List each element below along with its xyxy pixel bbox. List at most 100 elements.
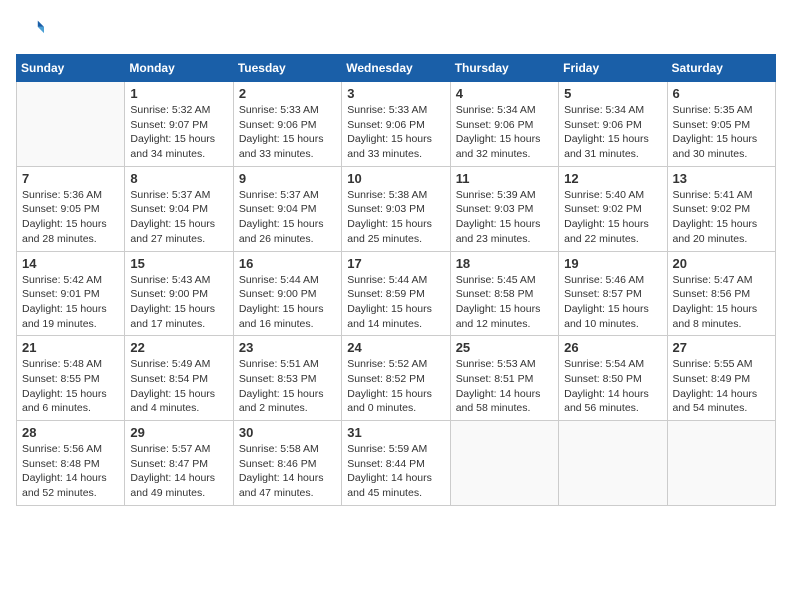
day-info: Sunrise: 5:34 AM Sunset: 9:06 PM Dayligh… [456, 103, 553, 162]
day-cell: 31 Sunrise: 5:59 AM Sunset: 8:44 PM Dayli… [342, 421, 450, 506]
weekday-monday: Monday [125, 55, 233, 82]
day-cell: 27 Sunrise: 5:55 AM Sunset: 8:49 PM Dayli… [667, 336, 775, 421]
day-info: Sunrise: 5:34 AM Sunset: 9:06 PM Dayligh… [564, 103, 661, 162]
day-number: 24 [347, 340, 444, 355]
week-row-3: 14 Sunrise: 5:42 AM Sunset: 9:01 PM Dayli… [17, 251, 776, 336]
day-number: 19 [564, 256, 661, 271]
day-number: 21 [22, 340, 119, 355]
day-info: Sunrise: 5:37 AM Sunset: 9:04 PM Dayligh… [239, 188, 336, 247]
day-number: 16 [239, 256, 336, 271]
day-cell: 16 Sunrise: 5:44 AM Sunset: 9:00 PM Dayli… [233, 251, 341, 336]
day-info: Sunrise: 5:33 AM Sunset: 9:06 PM Dayligh… [239, 103, 336, 162]
day-cell: 30 Sunrise: 5:58 AM Sunset: 8:46 PM Dayli… [233, 421, 341, 506]
day-number: 28 [22, 425, 119, 440]
day-cell: 18Sunrise: 5:45 AM Sunset: 8:58 PM Dayli… [450, 251, 558, 336]
day-cell: 13Sunrise: 5:41 AM Sunset: 9:02 PM Dayli… [667, 166, 775, 251]
day-cell: 22Sunrise: 5:49 AM Sunset: 8:54 PM Dayli… [125, 336, 233, 421]
day-number: 3 [347, 86, 444, 101]
calendar-header: SundayMondayTuesdayWednesdayThursdayFrid… [17, 55, 776, 82]
day-number: 18 [456, 256, 553, 271]
day-info: Sunrise: 5:58 AM Sunset: 8:46 PM Dayligh… [239, 442, 336, 501]
day-number: 25 [456, 340, 553, 355]
day-info: Sunrise: 5:44 AM Sunset: 9:00 PM Dayligh… [239, 273, 336, 332]
day-cell: 12 Sunrise: 5:40 AM Sunset: 9:02 PM Dayli… [559, 166, 667, 251]
day-info: Sunrise: 5:37 AM Sunset: 9:04 PM Dayligh… [130, 188, 227, 247]
weekday-friday: Friday [559, 55, 667, 82]
logo-icon [16, 16, 44, 44]
day-cell [667, 421, 775, 506]
day-number: 17 [347, 256, 444, 271]
day-info: Sunrise: 5:38 AM Sunset: 9:03 PM Dayligh… [347, 188, 444, 247]
calendar: SundayMondayTuesdayWednesdayThursdayFrid… [16, 54, 776, 506]
day-cell: 11 Sunrise: 5:39 AM Sunset: 9:03 PM Dayli… [450, 166, 558, 251]
day-cell: 6 Sunrise: 5:35 AM Sunset: 9:05 PM Daylig… [667, 82, 775, 167]
week-row-5: 28 Sunrise: 5:56 AM Sunset: 8:48 PM Dayli… [17, 421, 776, 506]
day-info: Sunrise: 5:49 AM Sunset: 8:54 PM Dayligh… [130, 357, 227, 416]
day-cell: 29Sunrise: 5:57 AM Sunset: 8:47 PM Dayli… [125, 421, 233, 506]
day-info: Sunrise: 5:36 AM Sunset: 9:05 PM Dayligh… [22, 188, 119, 247]
day-number: 23 [239, 340, 336, 355]
day-info: Sunrise: 5:42 AM Sunset: 9:01 PM Dayligh… [22, 273, 119, 332]
logo [16, 16, 48, 44]
day-info: Sunrise: 5:46 AM Sunset: 8:57 PM Dayligh… [564, 273, 661, 332]
day-info: Sunrise: 5:33 AM Sunset: 9:06 PM Dayligh… [347, 103, 444, 162]
day-info: Sunrise: 5:47 AM Sunset: 8:56 PM Dayligh… [673, 273, 770, 332]
day-info: Sunrise: 5:32 AM Sunset: 9:07 PM Dayligh… [130, 103, 227, 162]
day-number: 31 [347, 425, 444, 440]
day-cell: 5 Sunrise: 5:34 AM Sunset: 9:06 PM Daylig… [559, 82, 667, 167]
day-info: Sunrise: 5:35 AM Sunset: 9:05 PM Dayligh… [673, 103, 770, 162]
week-row-1: 1 Sunrise: 5:32 AM Sunset: 9:07 PM Daylig… [17, 82, 776, 167]
day-number: 13 [673, 171, 770, 186]
day-number: 5 [564, 86, 661, 101]
day-cell: 15Sunrise: 5:43 AM Sunset: 9:00 PM Dayli… [125, 251, 233, 336]
day-cell: 4Sunrise: 5:34 AM Sunset: 9:06 PM Daylig… [450, 82, 558, 167]
day-info: Sunrise: 5:40 AM Sunset: 9:02 PM Dayligh… [564, 188, 661, 247]
day-info: Sunrise: 5:43 AM Sunset: 9:00 PM Dayligh… [130, 273, 227, 332]
day-cell: 25 Sunrise: 5:53 AM Sunset: 8:51 PM Dayli… [450, 336, 558, 421]
day-number: 6 [673, 86, 770, 101]
day-cell: 21 Sunrise: 5:48 AM Sunset: 8:55 PM Dayli… [17, 336, 125, 421]
day-number: 2 [239, 86, 336, 101]
day-cell: 8 Sunrise: 5:37 AM Sunset: 9:04 PM Daylig… [125, 166, 233, 251]
day-cell: 1 Sunrise: 5:32 AM Sunset: 9:07 PM Daylig… [125, 82, 233, 167]
weekday-tuesday: Tuesday [233, 55, 341, 82]
day-number: 9 [239, 171, 336, 186]
day-cell: 19 Sunrise: 5:46 AM Sunset: 8:57 PM Dayli… [559, 251, 667, 336]
calendar-body: 1 Sunrise: 5:32 AM Sunset: 9:07 PM Daylig… [17, 82, 776, 506]
weekday-thursday: Thursday [450, 55, 558, 82]
day-cell [559, 421, 667, 506]
day-info: Sunrise: 5:39 AM Sunset: 9:03 PM Dayligh… [456, 188, 553, 247]
day-info: Sunrise: 5:56 AM Sunset: 8:48 PM Dayligh… [22, 442, 119, 501]
day-info: Sunrise: 5:53 AM Sunset: 8:51 PM Dayligh… [456, 357, 553, 416]
day-cell [450, 421, 558, 506]
day-info: Sunrise: 5:59 AM Sunset: 8:44 PM Dayligh… [347, 442, 444, 501]
day-cell [17, 82, 125, 167]
day-cell: 9 Sunrise: 5:37 AM Sunset: 9:04 PM Daylig… [233, 166, 341, 251]
day-number: 11 [456, 171, 553, 186]
day-number: 30 [239, 425, 336, 440]
day-cell: 3 Sunrise: 5:33 AM Sunset: 9:06 PM Daylig… [342, 82, 450, 167]
day-cell: 7Sunrise: 5:36 AM Sunset: 9:05 PM Daylig… [17, 166, 125, 251]
day-number: 20 [673, 256, 770, 271]
page-header [16, 16, 776, 44]
day-number: 8 [130, 171, 227, 186]
day-info: Sunrise: 5:51 AM Sunset: 8:53 PM Dayligh… [239, 357, 336, 416]
day-cell: 26 Sunrise: 5:54 AM Sunset: 8:50 PM Dayli… [559, 336, 667, 421]
day-info: Sunrise: 5:44 AM Sunset: 8:59 PM Dayligh… [347, 273, 444, 332]
day-info: Sunrise: 5:48 AM Sunset: 8:55 PM Dayligh… [22, 357, 119, 416]
day-number: 26 [564, 340, 661, 355]
day-number: 27 [673, 340, 770, 355]
day-cell: 24Sunrise: 5:52 AM Sunset: 8:52 PM Dayli… [342, 336, 450, 421]
day-cell: 2 Sunrise: 5:33 AM Sunset: 9:06 PM Daylig… [233, 82, 341, 167]
weekday-wednesday: Wednesday [342, 55, 450, 82]
day-info: Sunrise: 5:54 AM Sunset: 8:50 PM Dayligh… [564, 357, 661, 416]
weekday-saturday: Saturday [667, 55, 775, 82]
day-number: 14 [22, 256, 119, 271]
day-info: Sunrise: 5:55 AM Sunset: 8:49 PM Dayligh… [673, 357, 770, 416]
week-row-4: 21 Sunrise: 5:48 AM Sunset: 8:55 PM Dayli… [17, 336, 776, 421]
day-number: 29 [130, 425, 227, 440]
day-number: 1 [130, 86, 227, 101]
day-cell: 23 Sunrise: 5:51 AM Sunset: 8:53 PM Dayli… [233, 336, 341, 421]
day-cell: 14 Sunrise: 5:42 AM Sunset: 9:01 PM Dayli… [17, 251, 125, 336]
day-number: 12 [564, 171, 661, 186]
